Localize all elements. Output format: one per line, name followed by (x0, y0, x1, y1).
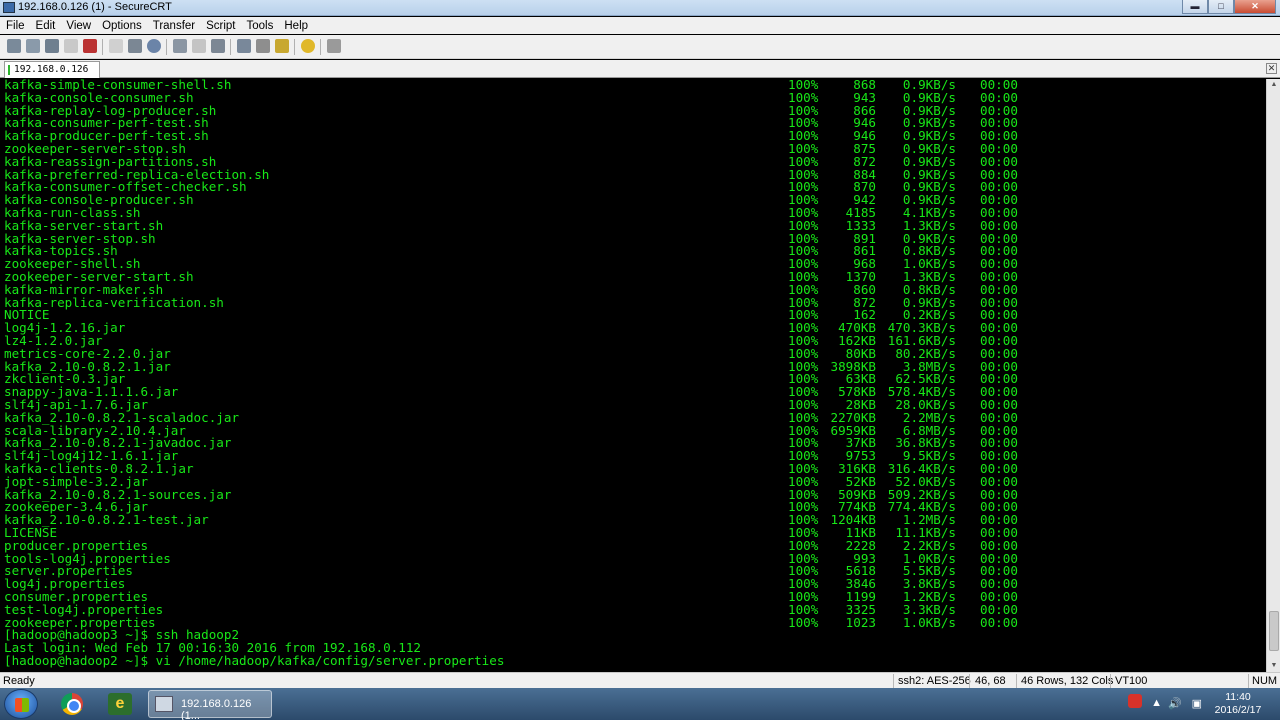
status-cursor-position: 46, 68 (975, 675, 1006, 687)
show-hidden-icons-icon[interactable]: ▲ (1151, 697, 1162, 709)
transfer-row: kafka-server-stop.sh 100% 891 0.9KB/s 00:00 (4, 232, 1264, 246)
transfer-row: kafka-producer-perf-test.sh 100% 946 0.9KB/… (4, 129, 1264, 143)
transfer-row: kafka_2.10-0.8.2.1-scaladoc.jar 100% 2270K… (4, 411, 1264, 425)
transfer-row: test-log4j.properties 100% 3325 3.3KB/s 00:0… (4, 603, 1264, 617)
transfer-row: kafka_2.10-0.8.2.1-javadoc.jar 100% 37KB 36… (4, 437, 1264, 450)
transfer-row: metrics-core-2.2.0.jar 100% 80KB 80.2KB/s 00… (4, 347, 1264, 361)
transfer-row: producer.properties 100% 2228 2.2KB/s 00:00 (4, 539, 1264, 553)
transfer-row: log4j-1.2.16.jar 100% 470KB 470.3KB/s 00:00 (4, 321, 1264, 335)
find-icon[interactable] (147, 39, 161, 53)
scroll-thumb[interactable] (1269, 611, 1279, 651)
transfer-row: tools-log4j.properties 100% 993 1.0KB/s 00:0… (4, 552, 1264, 566)
tab-session[interactable]: 192.168.0.126 (1) (4, 61, 100, 90)
app-icon: e (108, 693, 132, 715)
windows-taskbar: e 192.168.0.126 (1... ▲ 🔊 ▣ 11:40 2016/2… (0, 688, 1280, 720)
minimize-button[interactable]: ▬ (1182, 0, 1208, 14)
taskbar-securecrt-label: 192.168.0.126 (1... (181, 698, 252, 720)
menu-bar: File Edit View Options Transfer Script T… (0, 17, 1280, 34)
status-ready: Ready (3, 675, 35, 687)
menu-edit[interactable]: Edit (36, 20, 56, 32)
scroll-up-icon[interactable]: ▲ (1268, 79, 1280, 91)
status-emulation: VT100 (1115, 675, 1148, 687)
connect-icon[interactable] (7, 39, 21, 53)
transfer-row: kafka_2.10-0.8.2.1.jar 100% 3898KB 3.8MB/s 0… (4, 360, 1264, 374)
taskbar-securecrt[interactable]: 192.168.0.126 (1... (148, 690, 272, 720)
clock-date: 2016/2/17 (1214, 704, 1262, 716)
menu-options[interactable]: Options (102, 20, 142, 32)
taskbar-chrome[interactable] (52, 690, 92, 718)
transfer-row: zookeeper-server-start.sh 100% 1370 1.3KB/s… (4, 270, 1264, 284)
start-button[interactable] (4, 689, 38, 719)
reconnect-icon[interactable] (64, 39, 78, 53)
securecrt-icon (155, 696, 173, 712)
transfer-time: 00:00 (980, 614, 1018, 630)
scroll-down-icon[interactable]: ▼ (1268, 660, 1280, 672)
transfer-row: kafka-run-class.sh 100% 4185 4.1KB/s 00:00 (4, 206, 1264, 220)
status-cipher: ssh2: AES-256 (898, 675, 971, 687)
menu-transfer[interactable]: Transfer (153, 20, 195, 32)
title-bar: 192.168.0.126 (1) - SecureCRT ▬ □ ✕ (0, 0, 1280, 16)
transfer-row: consumer.properties 100% 1199 1.2KB/s 00:00 (4, 590, 1264, 604)
shell-line: [hadoop@hadoop2 ~]$ vi /home/hadoop/kafk… (4, 653, 505, 668)
connect-tab-icon[interactable] (45, 39, 59, 53)
transfer-row: kafka_2.10-0.8.2.1-test.jar 100% 1204KB 1.2… (4, 513, 1264, 527)
transfer-row: zkclient-0.3.jar 100% 63KB 62.5KB/s 00:00 (4, 373, 1264, 386)
volume-icon[interactable]: 🔊 (1168, 697, 1182, 710)
window-title: 192.168.0.126 (1) - SecureCRT (18, 1, 172, 13)
status-bar: Ready ssh2: AES-256 46, 68 46 Rows, 132 … (0, 672, 1280, 688)
transfer-row: snappy-java-1.1.1.6.jar 100% 578KB 578.4KB/… (4, 385, 1264, 399)
transfer-row: NOTICE 100% 162 0.2KB/s 00:00 (4, 309, 1264, 322)
print-icon[interactable] (211, 39, 225, 53)
input-method-icon[interactable] (1128, 694, 1142, 708)
menu-file[interactable]: File (6, 20, 25, 32)
print-screen-icon[interactable] (173, 39, 187, 53)
session-tab-strip: 192.168.0.126 (1) ✕ (0, 60, 1280, 90)
terminal-output[interactable]: kafka-simple-consumer-shell.sh 100% 868 0.9… (0, 79, 1266, 672)
transfer-row: kafka-topics.sh 100% 861 0.8KB/s 00:00 (4, 245, 1264, 258)
clock-time: 11:40 (1225, 691, 1251, 703)
transfer-size: 1023 (845, 614, 876, 630)
global-options-icon[interactable] (256, 39, 270, 53)
print-selection-icon[interactable] (192, 39, 206, 53)
transfer-row: kafka_2.10-0.8.2.1-sources.jar 100% 509KB 5… (4, 488, 1264, 502)
menu-help[interactable]: Help (284, 20, 308, 32)
menu-script[interactable]: Script (206, 20, 235, 32)
transfer-row: kafka-server-start.sh 100% 1333 1.3KB/s 00:0… (4, 219, 1264, 233)
transfer-row: kafka-console-producer.sh 100% 942 0.9KB/s 0… (4, 193, 1264, 207)
menu-tools[interactable]: Tools (247, 20, 274, 32)
securecrt-app-icon[interactable] (3, 2, 15, 13)
disconnect-icon[interactable] (83, 39, 97, 53)
help-icon[interactable] (301, 39, 315, 53)
transfer-row: kafka-replica-verification.sh 100% 872 0.9K… (4, 296, 1264, 310)
session-status-indicator (8, 65, 10, 75)
copy-icon[interactable] (109, 39, 123, 53)
chrome-icon (61, 693, 83, 715)
taskbar-clock[interactable]: 11:40 2016/2/17 (1208, 691, 1268, 717)
transfer-row: kafka-clients-0.8.2.1.jar 100% 316KB 316.4K… (4, 462, 1264, 476)
quick-connect-icon[interactable] (26, 39, 40, 53)
session-options-icon[interactable] (237, 39, 251, 53)
close-button[interactable]: ✕ (1234, 0, 1276, 14)
command-window-icon[interactable] (327, 39, 341, 53)
transfer-rate: 1.0KB/s (902, 614, 956, 630)
paste-icon[interactable] (128, 39, 142, 53)
menu-view[interactable]: View (66, 20, 91, 32)
transfer-row: LICENSE 100% 11KB 11.1KB/s 00:00 (4, 526, 1264, 540)
network-icon[interactable]: ▣ (1192, 697, 1202, 710)
transfer-row: lz4-1.2.0.jar 100% 162KB 161.6KB/s 00:00 (4, 334, 1264, 348)
terminal-scrollbar[interactable]: ▲ ▼ (1266, 79, 1280, 672)
status-num-lock: NUM (1252, 675, 1278, 687)
transfer-row: log4j.properties 100% 3846 3.8KB/s 00:00 (4, 577, 1264, 591)
windows-logo-icon (15, 698, 29, 712)
taskbar-app[interactable]: e (100, 690, 140, 718)
tab-close-icon[interactable]: ✕ (1266, 63, 1277, 74)
toolbar (0, 35, 1280, 59)
status-terminal-size: 46 Rows, 132 Cols (1021, 675, 1114, 687)
transfer-row: server.properties 100% 5618 5.5KB/s 00:00 (4, 565, 1264, 578)
keymap-icon[interactable] (275, 39, 289, 53)
maximize-button[interactable]: □ (1208, 0, 1234, 14)
